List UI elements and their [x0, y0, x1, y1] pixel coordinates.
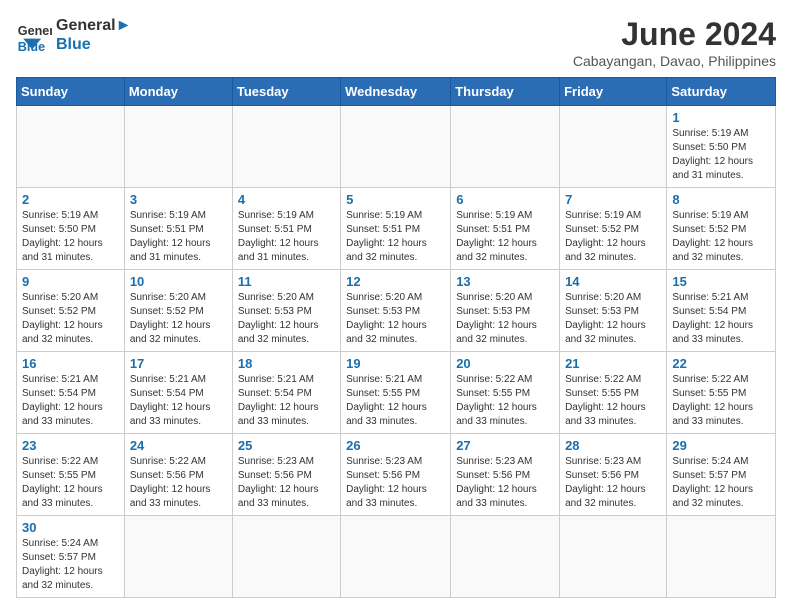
calendar-row-3: 9 Sunrise: 5:20 AMSunset: 5:52 PMDayligh…: [17, 270, 776, 352]
day-1: 1 Sunrise: 5:19 AMSunset: 5:50 PMDayligh…: [667, 106, 776, 188]
calendar-header-row: Sunday Monday Tuesday Wednesday Thursday…: [17, 78, 776, 106]
day-25: 25 Sunrise: 5:23 AMSunset: 5:56 PMDaylig…: [232, 434, 340, 516]
day-12: 12 Sunrise: 5:20 AMSunset: 5:53 PMDaylig…: [341, 270, 451, 352]
empty-cell: [232, 106, 340, 188]
empty-cell: [124, 516, 232, 598]
day-6: 6 Sunrise: 5:19 AMSunset: 5:51 PMDayligh…: [451, 188, 560, 270]
svg-text:General: General: [18, 24, 52, 38]
day-20: 20 Sunrise: 5:22 AMSunset: 5:55 PMDaylig…: [451, 352, 560, 434]
empty-cell: [451, 516, 560, 598]
header-wednesday: Wednesday: [341, 78, 451, 106]
empty-cell: [341, 106, 451, 188]
header-monday: Monday: [124, 78, 232, 106]
calendar-row-2: 2 Sunrise: 5:19 AMSunset: 5:50 PMDayligh…: [17, 188, 776, 270]
location-text: Cabayangan, Davao, Philippines: [573, 53, 776, 69]
day-18: 18 Sunrise: 5:21 AMSunset: 5:54 PMDaylig…: [232, 352, 340, 434]
empty-cell: [560, 106, 667, 188]
title-area: June 2024 Cabayangan, Davao, Philippines: [573, 16, 776, 69]
empty-cell: [232, 516, 340, 598]
day-10: 10 Sunrise: 5:20 AMSunset: 5:52 PMDaylig…: [124, 270, 232, 352]
day-5: 5 Sunrise: 5:19 AMSunset: 5:51 PMDayligh…: [341, 188, 451, 270]
day-30: 30 Sunrise: 5:24 AMSunset: 5:57 PMDaylig…: [17, 516, 125, 598]
svg-text:Blue: Blue: [18, 40, 45, 53]
empty-cell: [341, 516, 451, 598]
header-sunday: Sunday: [17, 78, 125, 106]
day-4: 4 Sunrise: 5:19 AMSunset: 5:51 PMDayligh…: [232, 188, 340, 270]
calendar-row-5: 23 Sunrise: 5:22 AMSunset: 5:55 PMDaylig…: [17, 434, 776, 516]
day-26: 26 Sunrise: 5:23 AMSunset: 5:56 PMDaylig…: [341, 434, 451, 516]
day-19: 19 Sunrise: 5:21 AMSunset: 5:55 PMDaylig…: [341, 352, 451, 434]
header-friday: Friday: [560, 78, 667, 106]
empty-cell: [667, 516, 776, 598]
day-22: 22 Sunrise: 5:22 AMSunset: 5:55 PMDaylig…: [667, 352, 776, 434]
empty-cell: [560, 516, 667, 598]
day-9: 9 Sunrise: 5:20 AMSunset: 5:52 PMDayligh…: [17, 270, 125, 352]
day-23: 23 Sunrise: 5:22 AMSunset: 5:55 PMDaylig…: [17, 434, 125, 516]
day-7: 7 Sunrise: 5:19 AMSunset: 5:52 PMDayligh…: [560, 188, 667, 270]
logo-general-text: General►: [56, 16, 131, 35]
day-24: 24 Sunrise: 5:22 AMSunset: 5:56 PMDaylig…: [124, 434, 232, 516]
day-2: 2 Sunrise: 5:19 AMSunset: 5:50 PMDayligh…: [17, 188, 125, 270]
calendar-row-6: 30 Sunrise: 5:24 AMSunset: 5:57 PMDaylig…: [17, 516, 776, 598]
calendar-row-1: 1 Sunrise: 5:19 AMSunset: 5:50 PMDayligh…: [17, 106, 776, 188]
header-thursday: Thursday: [451, 78, 560, 106]
day-15: 15 Sunrise: 5:21 AMSunset: 5:54 PMDaylig…: [667, 270, 776, 352]
day-29: 29 Sunrise: 5:24 AMSunset: 5:57 PMDaylig…: [667, 434, 776, 516]
empty-cell: [124, 106, 232, 188]
empty-cell: [451, 106, 560, 188]
day-11: 11 Sunrise: 5:20 AMSunset: 5:53 PMDaylig…: [232, 270, 340, 352]
header-tuesday: Tuesday: [232, 78, 340, 106]
month-title: June 2024: [573, 16, 776, 53]
header-saturday: Saturday: [667, 78, 776, 106]
day-3: 3 Sunrise: 5:19 AMSunset: 5:51 PMDayligh…: [124, 188, 232, 270]
calendar-table: Sunday Monday Tuesday Wednesday Thursday…: [16, 77, 776, 598]
logo-blue-text: Blue: [56, 35, 131, 54]
empty-cell: [17, 106, 125, 188]
day-28: 28 Sunrise: 5:23 AMSunset: 5:56 PMDaylig…: [560, 434, 667, 516]
day-16: 16 Sunrise: 5:21 AMSunset: 5:54 PMDaylig…: [17, 352, 125, 434]
logo-icon: General Blue: [16, 17, 52, 53]
logo: General Blue General► Blue: [16, 16, 131, 54]
calendar-row-4: 16 Sunrise: 5:21 AMSunset: 5:54 PMDaylig…: [17, 352, 776, 434]
header: General Blue General► Blue June 2024 Cab…: [16, 16, 776, 69]
day-21: 21 Sunrise: 5:22 AMSunset: 5:55 PMDaylig…: [560, 352, 667, 434]
day-14: 14 Sunrise: 5:20 AMSunset: 5:53 PMDaylig…: [560, 270, 667, 352]
day-8: 8 Sunrise: 5:19 AMSunset: 5:52 PMDayligh…: [667, 188, 776, 270]
day-17: 17 Sunrise: 5:21 AMSunset: 5:54 PMDaylig…: [124, 352, 232, 434]
day-13: 13 Sunrise: 5:20 AMSunset: 5:53 PMDaylig…: [451, 270, 560, 352]
page-container: General Blue General► Blue June 2024 Cab…: [16, 16, 776, 598]
day-27: 27 Sunrise: 5:23 AMSunset: 5:56 PMDaylig…: [451, 434, 560, 516]
